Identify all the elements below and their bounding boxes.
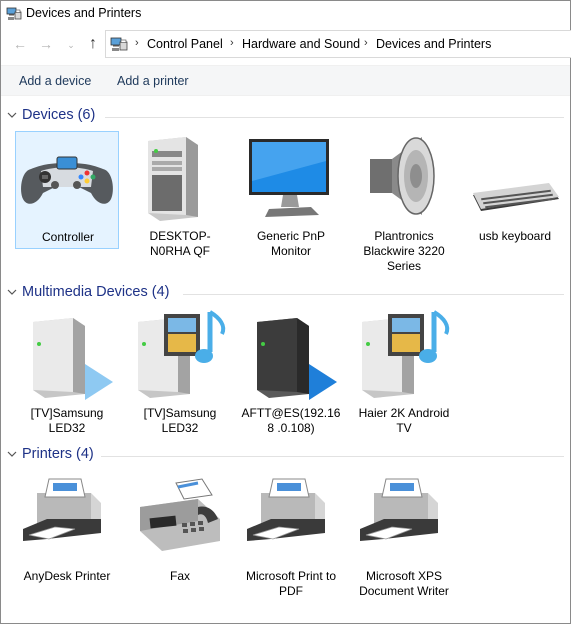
media-server-dark-play-icon — [257, 318, 337, 400]
device-item-monitor[interactable]: Generic PnP Monitor — [239, 131, 343, 258]
chevron-down-icon[interactable] — [6, 286, 18, 298]
printer-label: AnyDesk Printer — [23, 569, 111, 583]
printers-group-title: Printers (4) — [22, 446, 94, 462]
printer-item-anydesk[interactable]: AnyDesk Printer — [15, 471, 119, 596]
window-title: Devices and Printers — [26, 6, 142, 20]
printers-group-header[interactable]: Printers (4) — [1, 446, 570, 468]
back-arrow-icon[interactable]: ← — [10, 34, 30, 54]
multimedia-item-haier[interactable]: Haier 2K Android TV — [352, 308, 456, 435]
breadcrumb-separator-icon[interactable]: › — [230, 37, 234, 49]
breadcrumb-separator-icon[interactable]: › — [135, 37, 139, 49]
printer-icon — [247, 478, 325, 541]
title-bar: Devices and Printers — [1, 1, 570, 27]
device-item-keyboard[interactable]: usb keyboard — [463, 131, 567, 249]
device-label: usb keyboard — [478, 229, 552, 243]
chevron-down-icon[interactable] — [6, 109, 18, 121]
printer-label: Microsoft XPS Document Writer — [359, 569, 449, 598]
printer-item-fax[interactable]: Fax — [128, 471, 232, 596]
address-bar[interactable]: › Control Panel › Hardware and Sound › D… — [105, 30, 571, 58]
group-divider — [183, 294, 564, 295]
breadcrumb-control-panel[interactable]: Control Panel — [147, 37, 223, 51]
forward-arrow-icon[interactable]: → — [36, 34, 56, 54]
breadcrumb-hardware-and-sound[interactable]: Hardware and Sound — [242, 37, 360, 51]
keyboard-icon — [473, 183, 559, 211]
device-label: Controller — [41, 230, 95, 244]
media-server-music-icon — [138, 310, 226, 398]
recent-locations-chevron-icon[interactable]: ⌄ — [61, 35, 81, 55]
device-label: DESKTOP-N0RHA QF — [149, 229, 211, 258]
media-server-play-icon — [33, 318, 113, 400]
devices-group-title: Devices (6) — [22, 107, 96, 123]
printer-icon — [23, 478, 101, 541]
monitor-icon — [249, 139, 329, 217]
multimedia-item-aftt[interactable]: AFTT@ES(192.168 .0.108) — [239, 308, 343, 435]
chevron-down-icon[interactable] — [6, 448, 18, 460]
control-panel-icon — [110, 37, 128, 51]
printer-item-print-to-pdf[interactable]: Microsoft Print to PDF — [239, 471, 343, 598]
printer-icon — [360, 478, 438, 541]
device-label: Haier 2K Android TV — [358, 406, 450, 435]
printer-label: Microsoft Print to PDF — [245, 569, 337, 598]
printer-label: Fax — [169, 569, 190, 583]
multimedia-item-samsung-1[interactable]: [TV]Samsung LED32 — [15, 308, 119, 435]
computer-tower-icon — [148, 137, 198, 221]
device-label: [TV]Samsung LED32 — [143, 406, 217, 435]
group-divider — [101, 456, 564, 457]
device-item-controller[interactable]: Controller — [15, 131, 119, 249]
devices-and-printers-window: Devices and Printers ← → ⌄ ↑ › Control P… — [0, 0, 571, 624]
speaker-icon — [370, 137, 435, 215]
device-label: Generic PnP Monitor — [256, 229, 326, 258]
add-device-button[interactable]: Add a device — [19, 74, 91, 88]
devices-group-header[interactable]: Devices (6) — [1, 107, 570, 129]
printer-item-xps-writer[interactable]: Microsoft XPS Document Writer — [352, 471, 456, 598]
device-item-speaker[interactable]: Plantronics Blackwire 3220 Series — [352, 131, 456, 273]
device-label: [TV]Samsung LED32 — [30, 406, 104, 435]
group-divider — [105, 117, 564, 118]
add-printer-button[interactable]: Add a printer — [117, 74, 189, 88]
multimedia-item-samsung-2[interactable]: [TV]Samsung LED32 — [128, 308, 232, 435]
devices-printers-app-icon — [6, 7, 22, 20]
device-label: Plantronics Blackwire 3220 Series — [363, 229, 445, 273]
breadcrumb-devices-and-printers[interactable]: Devices and Printers — [376, 37, 491, 51]
device-label: AFTT@ES(192.168 .0.108) — [241, 406, 341, 435]
device-item-desktop[interactable]: DESKTOP-N0RHA QF — [128, 131, 232, 258]
media-server-music-icon — [362, 310, 450, 398]
game-controller-icon — [21, 156, 113, 204]
up-arrow-icon[interactable]: ↑ — [83, 34, 103, 54]
multimedia-group-title: Multimedia Devices (4) — [22, 284, 170, 300]
navigation-bar: ← → ⌄ ↑ › Control Panel › Hardware and S… — [1, 29, 571, 59]
command-bar: Add a device Add a printer — [1, 65, 570, 96]
multimedia-group-header[interactable]: Multimedia Devices (4) — [1, 284, 570, 306]
breadcrumb-separator-icon[interactable]: › — [364, 37, 368, 49]
fax-icon — [140, 478, 220, 551]
